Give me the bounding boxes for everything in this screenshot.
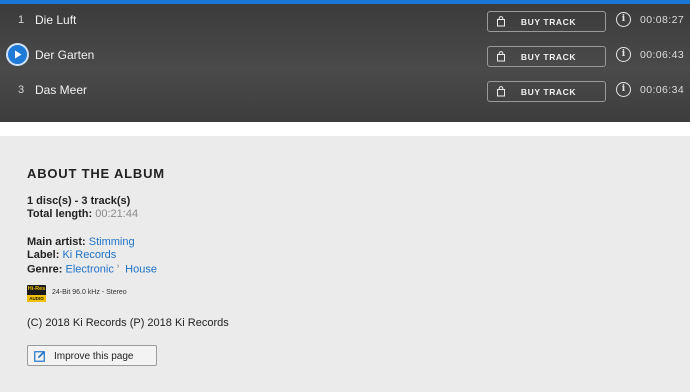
disc-track-count: 1 disc(s) - 3 track(s)	[27, 195, 131, 207]
about-album-section: ABOUT THE ALBUM 1 disc(s) - 3 track(s) T…	[0, 136, 690, 392]
info-icon[interactable]: i	[616, 47, 631, 62]
total-length: Total length: 00:21:44	[27, 208, 138, 220]
improve-page-button[interactable]: Improve this page	[27, 345, 157, 366]
play-icon	[14, 50, 21, 59]
hi-res-badge-audio: AUDIO	[27, 295, 46, 302]
main-artist: Main artist: Stimming	[27, 236, 135, 248]
tracklist: 1 Die Luft BUY TRACK i 00:08:27 Der Gart…	[0, 0, 690, 122]
buy-track-button[interactable]: BUY TRACK	[487, 81, 606, 102]
buy-track-button[interactable]: BUY TRACK	[487, 46, 606, 67]
record-label-link[interactable]: Ki Records	[62, 249, 116, 261]
track-title[interactable]: Der Garten	[35, 48, 94, 62]
play-button[interactable]	[6, 43, 29, 66]
main-artist-link[interactable]: Stimming	[89, 236, 135, 248]
buy-track-label: BUY TRACK	[520, 87, 577, 97]
section-gap	[0, 122, 690, 136]
total-length-label: Total length:	[27, 208, 93, 220]
track-number: 1	[17, 14, 25, 26]
copyright: (C) 2018 Ki Records (P) 2018 Ki Records	[27, 317, 229, 329]
hi-res-badge-text: Hi-Res	[27, 286, 46, 292]
buy-track-button[interactable]: BUY TRACK	[487, 11, 606, 32]
buy-track-label: BUY TRACK	[520, 52, 577, 62]
improve-page-label: Improve this page	[54, 351, 134, 362]
track-duration: 00:06:34	[640, 84, 685, 96]
info-icon[interactable]: i	[616, 12, 631, 27]
track-row[interactable]: Der Garten BUY TRACK i 00:06:43	[0, 39, 690, 74]
main-artist-label: Main artist:	[27, 236, 86, 248]
total-length-value: 00:21:44	[95, 208, 139, 220]
record-label-label: Label:	[27, 249, 60, 261]
record-label: Label: Ki Records	[27, 249, 116, 261]
buy-track-label: BUY TRACK	[520, 17, 577, 27]
track-duration: 00:08:27	[640, 14, 685, 26]
info-icon[interactable]: i	[616, 82, 631, 97]
genre-link-house[interactable]: House	[125, 264, 157, 276]
track-duration: 00:06:43	[640, 49, 685, 61]
track-number: 3	[17, 84, 25, 96]
genre-label: Genre:	[27, 263, 63, 276]
track-row[interactable]: 1 Die Luft BUY TRACK i 00:08:27	[0, 4, 690, 39]
genre: Genre: Electronic › House	[27, 263, 157, 276]
track-title[interactable]: Das Meer	[35, 83, 87, 97]
chevron-right-icon: ›	[116, 263, 120, 270]
track-row[interactable]: 3 Das Meer BUY TRACK i 00:06:34	[0, 74, 690, 109]
edit-icon	[34, 351, 45, 362]
section-title: ABOUT THE ALBUM	[27, 166, 165, 181]
track-title[interactable]: Die Luft	[35, 13, 76, 27]
genre-link-electronic[interactable]: Electronic	[66, 264, 114, 276]
audio-quality: 24-Bit 96.0 kHz - Stereo	[52, 289, 127, 296]
hi-res-audio-badge: Hi-Res AUDIO	[27, 285, 46, 302]
